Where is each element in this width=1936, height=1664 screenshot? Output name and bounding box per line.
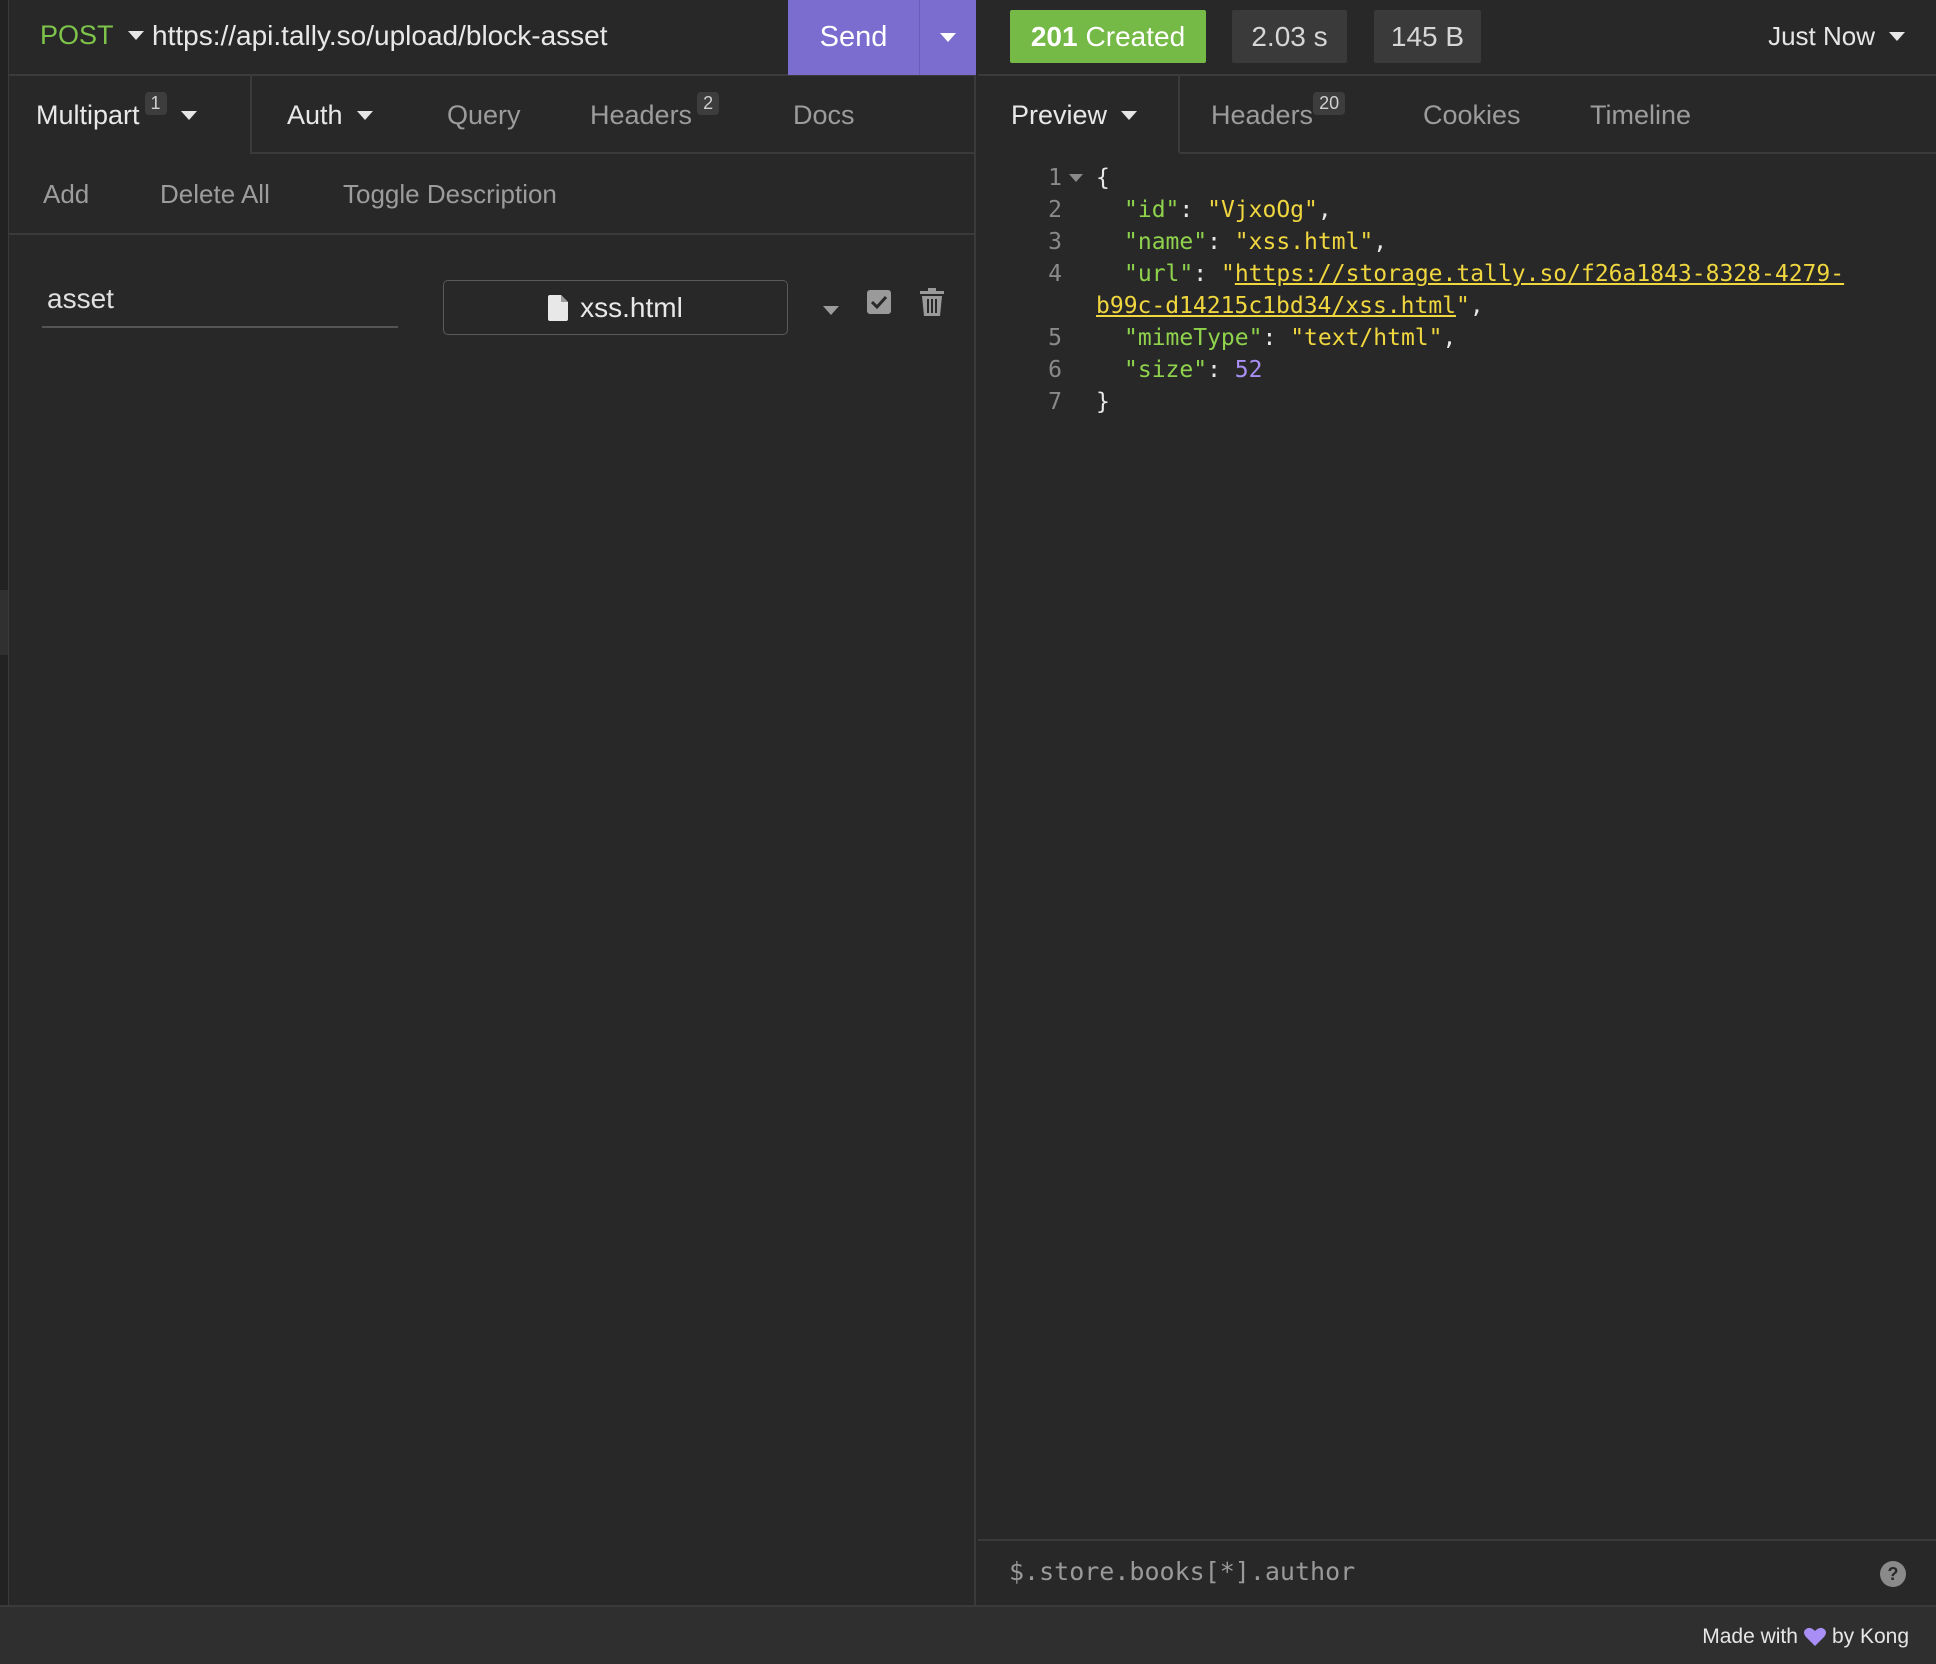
file-icon: [548, 294, 569, 321]
json-entry-continued: b99c-d14215c1bd34/xss.html",: [1096, 293, 1484, 319]
footer-prefix: Made with: [1702, 1625, 1798, 1648]
line-number: 2: [1048, 197, 1062, 223]
tab-query-label: Query: [447, 99, 521, 130]
tab-preview-label: Preview: [1011, 99, 1108, 130]
line-number: 3: [1048, 229, 1062, 255]
toggle-description-button[interactable]: Toggle Description: [343, 154, 557, 235]
file-picker-button[interactable]: xss.html: [443, 280, 788, 335]
sidebar-resize-handle[interactable]: [0, 590, 8, 655]
chevron-down-icon: [940, 33, 956, 42]
json-key: "id": [1124, 197, 1180, 223]
tab-docs[interactable]: Docs: [793, 76, 855, 154]
tab-body-label: Multipart: [36, 99, 140, 130]
line-number: 6: [1048, 357, 1062, 383]
json-key: "name": [1124, 229, 1208, 255]
tab-body[interactable]: Multipart 1: [36, 76, 197, 154]
line-number: 4: [1048, 261, 1062, 287]
tab-response-headers-label: Headers: [1211, 99, 1314, 130]
tab-cookies[interactable]: Cookies: [1423, 76, 1521, 154]
tab-docs-label: Docs: [793, 99, 855, 130]
chevron-down-icon: [127, 31, 144, 40]
status-text: Created: [1085, 20, 1186, 52]
json-key: "size": [1124, 357, 1208, 383]
json-string: "VjxoOg": [1207, 197, 1318, 223]
footer-suffix: by Kong: [1831, 1625, 1909, 1648]
add-param-button[interactable]: Add: [43, 154, 89, 235]
tab-body-count: 1: [144, 91, 167, 115]
response-size: 145 B: [1374, 10, 1481, 63]
tab-headers-label: Headers: [590, 99, 693, 130]
json-brace: }: [1096, 389, 1110, 415]
history-dropdown[interactable]: Just Now: [1768, 21, 1905, 52]
json-entry: "size": 52: [1124, 357, 1263, 383]
method-dropdown[interactable]: POST: [40, 20, 144, 51]
json-string: "text/html": [1290, 325, 1443, 351]
response-status-bar: 201 Created 2.03 s 145 B Just Now: [978, 0, 1936, 76]
json-url-link-continued[interactable]: b99c-d14215c1bd34/xss.html: [1096, 293, 1456, 319]
url-input[interactable]: https://api.tally.so/upload/block-asset: [152, 20, 608, 52]
app-window: POST https://api.tally.so/upload/block-a…: [0, 0, 1936, 1664]
tab-timeline-label: Timeline: [1590, 99, 1692, 130]
request-tabs: Multipart 1 Auth Query Headers 2 Docs: [9, 76, 976, 154]
file-name: xss.html: [580, 291, 683, 323]
param-type-dropdown[interactable]: [819, 300, 843, 320]
json-entry: "name": "xss.html",: [1124, 229, 1388, 255]
status-footer: Made with by Kong: [0, 1605, 1936, 1664]
line-number: 5: [1048, 325, 1062, 351]
send-button[interactable]: Send: [788, 0, 919, 75]
tab-response-headers-count: 20: [1313, 91, 1346, 115]
tab-cookies-label: Cookies: [1423, 99, 1521, 130]
json-string: "xss.html": [1234, 229, 1374, 255]
jsonpath-filter-input[interactable]: $.store.books[*].author: [1009, 1557, 1355, 1586]
request-pane: POST https://api.tally.so/upload/block-a…: [9, 0, 976, 1605]
param-name-input[interactable]: asset: [42, 278, 398, 328]
json-key: "url": [1124, 261, 1194, 287]
response-time: 2.03 s: [1232, 10, 1347, 63]
method-label: POST: [40, 20, 114, 50]
line-number: 7: [1048, 389, 1062, 415]
tab-response-headers[interactable]: Headers 20: [1211, 76, 1346, 154]
help-icon[interactable]: ?: [1880, 1561, 1906, 1587]
chevron-down-icon: [180, 110, 197, 120]
tab-timeline[interactable]: Timeline: [1590, 76, 1691, 154]
json-entry: "mimeType": "text/html",: [1124, 325, 1457, 351]
url-bar: POST https://api.tally.so/upload/block-a…: [9, 0, 976, 76]
response-pane: 201 Created 2.03 s 145 B Just Now Previe…: [978, 0, 1936, 1605]
tab-preview[interactable]: Preview: [1011, 76, 1138, 154]
delete-all-button[interactable]: Delete All: [160, 154, 270, 235]
tab-headers-count: 2: [697, 91, 720, 115]
json-url-link[interactable]: https://storage.tally.so/f26a1843-8328-4…: [1235, 261, 1844, 287]
tab-auth-label: Auth: [287, 99, 343, 130]
sidebar-collapse-strip[interactable]: [0, 0, 9, 1605]
response-filter-bar: $.store.books[*].author ?: [978, 1539, 1936, 1605]
heart-icon: [1803, 1627, 1826, 1646]
send-options-button[interactable]: [919, 0, 976, 75]
body-toolbar: Add Delete All Toggle Description: [9, 154, 976, 235]
json-brace: {: [1096, 165, 1110, 191]
tab-auth[interactable]: Auth: [287, 76, 373, 154]
status-badge: 201 Created: [1010, 10, 1206, 63]
tab-query[interactable]: Query: [447, 76, 521, 154]
chevron-down-icon: [356, 110, 373, 120]
line-number: 1: [1048, 165, 1062, 191]
chevron-down-icon: [1121, 110, 1138, 120]
tab-headers[interactable]: Headers 2: [590, 76, 720, 154]
response-tabs: Preview Headers 20 Cookies Timeline: [978, 76, 1936, 154]
json-entry: "url": "https://storage.tally.so/f26a184…: [1124, 261, 1845, 287]
json-number: 52: [1234, 357, 1263, 383]
checkbox-icon[interactable]: [867, 290, 891, 314]
fold-toggle-icon[interactable]: [1069, 174, 1083, 182]
json-key: "mimeType": [1124, 325, 1263, 351]
history-label: Just Now: [1768, 21, 1875, 51]
trash-icon[interactable]: [919, 288, 945, 316]
json-entry: "id": "VjxoOg",: [1124, 197, 1332, 223]
made-with-kong[interactable]: Made with by Kong: [1702, 1625, 1909, 1649]
status-code: 201: [1030, 20, 1078, 52]
chevron-down-icon: [823, 305, 839, 315]
tab-divider: [250, 76, 252, 154]
param-row: asset xss.html: [9, 236, 976, 356]
chevron-down-icon: [1889, 32, 1905, 41]
